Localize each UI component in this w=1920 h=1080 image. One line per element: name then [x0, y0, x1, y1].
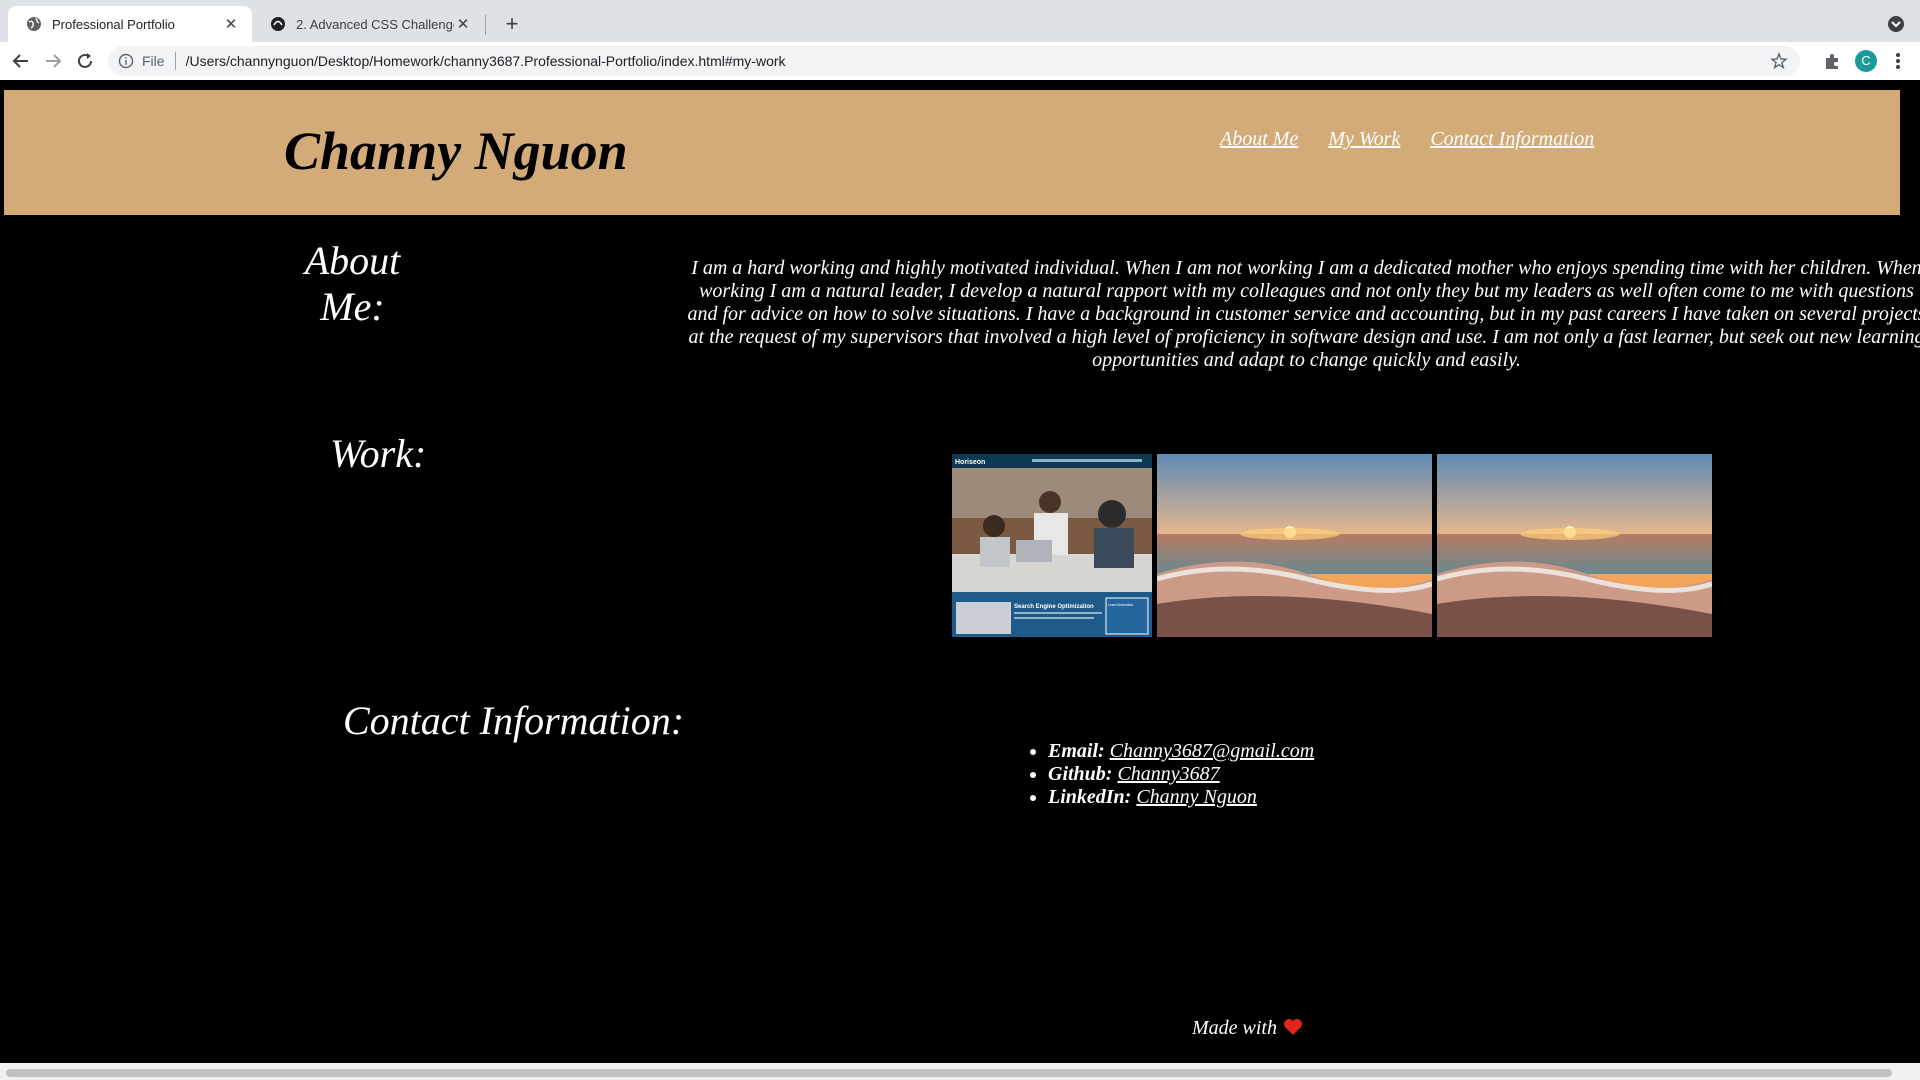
contact-heading: Contact Information:: [343, 698, 685, 743]
horiseon-side-label-text: Lead Generation: [1108, 603, 1133, 607]
address-divider: [174, 52, 176, 70]
sunset-beach-image: [1157, 454, 1432, 637]
page-viewport: Channy Nguon About Me My Work Contact In…: [0, 80, 1920, 1080]
contact-label: Email:: [1048, 740, 1105, 762]
url-text[interactable]: /Users/channynguon/Desktop/Homework/chan…: [186, 53, 786, 69]
profile-avatar[interactable]: C: [1855, 50, 1877, 72]
scheme-label: File: [142, 53, 165, 69]
footer-text: Made with: [1192, 1017, 1277, 1039]
horiseon-brand-text: Horiseon: [955, 459, 985, 466]
contact-label: LinkedIn:: [1048, 786, 1132, 808]
browser-tabstrip: Professional Portfolio ✕ 2. Advanced CSS…: [0, 0, 1920, 42]
forward-arrow-icon[interactable]: [42, 50, 64, 72]
contact-item-email: Email: Channy3687@gmail.com: [1048, 740, 1314, 763]
about-heading: About Me:: [304, 238, 401, 329]
browser-toolbar: File /Users/channynguon/Desktop/Homework…: [0, 42, 1920, 81]
reload-icon[interactable]: [74, 50, 96, 72]
back-arrow-icon[interactable]: [10, 50, 32, 72]
tab-professional-portfolio[interactable]: Professional Portfolio ✕: [8, 6, 252, 42]
nav-link-my-work[interactable]: My Work: [1328, 128, 1400, 151]
tab-close-icon[interactable]: ✕: [454, 15, 472, 33]
contact-list: Email: Channy3687@gmail.com Github: Chan…: [1030, 740, 1314, 809]
edx-favicon-icon: [271, 17, 285, 31]
work-item-sunset-1[interactable]: [1157, 454, 1432, 637]
contact-label: Github:: [1048, 763, 1113, 785]
tab-title: 2. Advanced CSS Challenge: Pr: [296, 16, 454, 32]
horiseon-caption-text: Search Engine Optimization: [1014, 604, 1094, 610]
linkedin-link[interactable]: Channy Nguon: [1136, 786, 1257, 808]
nav-link-about-me[interactable]: About Me: [1220, 128, 1298, 151]
globe-icon: [27, 17, 41, 31]
nav-link-contact-information[interactable]: Contact Information: [1430, 128, 1594, 151]
heart-icon: [1284, 1019, 1302, 1035]
kebab-menu-icon[interactable]: [1890, 51, 1906, 71]
work-item-sunset-2[interactable]: [1437, 454, 1712, 637]
horiseon-screenshot-image: Horiseon Search Engine Optimization Lead…: [952, 454, 1152, 637]
site-nav: About Me My Work Contact Information: [1220, 128, 1594, 151]
info-icon[interactable]: [118, 53, 134, 69]
tab-advanced-css-challenge[interactable]: 2. Advanced CSS Challenge: Pr ✕: [252, 6, 484, 42]
work-heading: Work:: [330, 431, 427, 476]
tab-search-chevron-icon[interactable]: [1886, 14, 1906, 34]
new-tab-plus-icon[interactable]: +: [500, 12, 524, 36]
sunset-beach-image: [1437, 454, 1712, 637]
contact-item-github: Github: Channy3687: [1048, 763, 1314, 786]
site-title: Channy Nguon: [284, 121, 628, 181]
tab-divider: [485, 15, 486, 35]
scrollbar-thumb[interactable]: [6, 1069, 1892, 1077]
work-item-horiseon[interactable]: Horiseon Search Engine Optimization Lead…: [952, 454, 1152, 637]
extensions-puzzle-icon[interactable]: [1822, 51, 1842, 71]
contact-item-linkedin: LinkedIn: Channy Nguon: [1048, 786, 1314, 809]
site-footer: Made with: [1192, 1017, 1303, 1040]
about-paragraph: I am a hard working and highly motivated…: [687, 257, 1920, 371]
github-link[interactable]: Channy3687: [1117, 763, 1219, 785]
address-bar[interactable]: File /Users/channynguon/Desktop/Homework…: [108, 46, 1800, 76]
tab-title: Professional Portfolio: [52, 16, 175, 32]
site-header: Channy Nguon About Me My Work Contact In…: [4, 90, 1900, 215]
email-link[interactable]: Channy3687@gmail.com: [1110, 740, 1315, 762]
tab-close-icon[interactable]: ✕: [222, 15, 240, 33]
bookmark-star-icon[interactable]: [1770, 52, 1788, 70]
horizontal-scrollbar[interactable]: [0, 1063, 1920, 1080]
